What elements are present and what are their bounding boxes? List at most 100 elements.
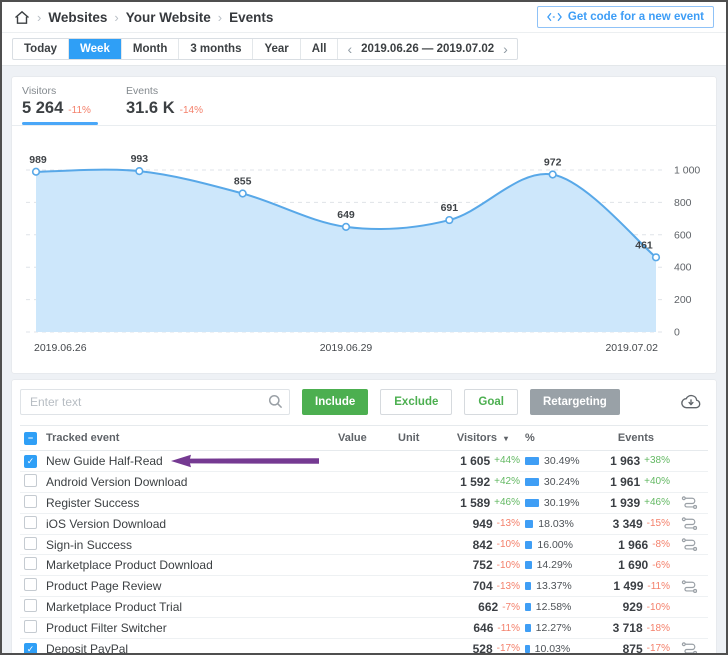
svg-text:2019.07.02: 2019.07.02: [605, 342, 658, 354]
tab-all[interactable]: All: [301, 39, 339, 59]
row-checkbox[interactable]: [24, 599, 37, 612]
svg-text:993: 993: [131, 153, 149, 165]
annotation-arrow-icon: [171, 454, 319, 468]
table-row[interactable]: Product Filter Switcher 646-11% 12.27% 3…: [20, 618, 708, 639]
events-value: 1 961: [610, 475, 640, 489]
area-chart-svg: 02004006008001 0009899938556496919724612…: [22, 132, 722, 364]
tab-3-months[interactable]: 3 months: [179, 39, 253, 59]
visitors-delta: -13%: [497, 518, 520, 529]
col-tracked-event[interactable]: Tracked event: [42, 432, 330, 444]
row-checkbox[interactable]: [24, 516, 37, 529]
table-row[interactable]: Product Page Review 704-13% 13.37% 1 499…: [20, 576, 708, 597]
flow-icon[interactable]: [681, 640, 698, 655]
table-row[interactable]: Sign-in Success 842-10% 16.00% 1 966-8%: [20, 535, 708, 556]
data-point[interactable]: [33, 168, 40, 175]
table-row[interactable]: Register Success 1 589+46% 30.19% 1 939+…: [20, 493, 708, 514]
col-unit[interactable]: Unit: [390, 432, 450, 444]
tab-year[interactable]: Year: [253, 39, 300, 59]
visitors-delta: -7%: [502, 602, 520, 613]
export-button[interactable]: [680, 394, 702, 410]
table-header: − Tracked event Value Unit Visitors▾ % E…: [20, 425, 708, 451]
retargeting-button[interactable]: Retargeting: [530, 389, 620, 415]
visitors-value: 704: [473, 579, 493, 593]
data-point[interactable]: [239, 190, 246, 197]
metric-visitors[interactable]: Visitors5 264-11%: [22, 85, 98, 125]
col-events[interactable]: Events: [610, 432, 670, 444]
events-value: 929: [623, 600, 643, 614]
percent-value: 30.19%: [544, 497, 580, 509]
row-checkbox[interactable]: [24, 557, 37, 570]
visitors-value: 646: [473, 621, 493, 635]
svg-text:1 000: 1 000: [674, 165, 700, 177]
visitors-delta: -13%: [497, 581, 520, 592]
visitors-value: 1 589: [460, 496, 490, 510]
get-code-button[interactable]: Get code for a new event: [537, 6, 714, 28]
time-range-tabs: TodayWeekMonth3 monthsYearAll ‹ 2019.06.…: [12, 38, 518, 60]
tab-month[interactable]: Month: [122, 39, 179, 59]
row-checkbox[interactable]: ✓: [24, 643, 37, 655]
breadcrumb-item[interactable]: Websites: [48, 10, 107, 25]
row-checkbox[interactable]: ✓: [24, 455, 37, 468]
table-row[interactable]: ✓ Deposit PayPal 528-17% 10.03% 875-17%: [20, 639, 708, 655]
flow-icon[interactable]: [681, 494, 698, 511]
svg-text:855: 855: [234, 175, 252, 187]
col-value[interactable]: Value: [330, 432, 390, 444]
data-point[interactable]: [136, 168, 143, 175]
data-point[interactable]: [446, 217, 453, 224]
row-checkbox[interactable]: [24, 495, 37, 508]
include-button[interactable]: Include: [302, 389, 368, 415]
visitors-value: 662: [478, 600, 498, 614]
metric-delta: -14%: [180, 105, 203, 116]
svg-text:800: 800: [674, 197, 692, 209]
select-all-checkbox[interactable]: −: [24, 432, 37, 445]
search-input[interactable]: [20, 389, 290, 415]
flow-icon[interactable]: [681, 536, 698, 553]
percent-bar: [525, 603, 531, 611]
percent-bar: [525, 561, 532, 569]
table-row[interactable]: Marketplace Product Trial 662-7% 12.58% …: [20, 597, 708, 618]
events-delta: -15%: [647, 518, 670, 529]
row-checkbox[interactable]: [24, 537, 37, 550]
date-prev-button[interactable]: ‹: [347, 42, 352, 56]
data-point[interactable]: [549, 171, 556, 178]
col-visitors[interactable]: Visitors▾: [450, 432, 520, 444]
row-checkbox[interactable]: [24, 474, 37, 487]
percent-value: 13.37%: [536, 580, 572, 592]
table-row[interactable]: iOS Version Download 949-13% 18.03% 3 34…: [20, 514, 708, 535]
row-checkbox[interactable]: [24, 620, 37, 633]
exclude-button[interactable]: Exclude: [380, 389, 452, 415]
filter-bar: Include Exclude Goal Retargeting: [20, 389, 708, 415]
tab-today[interactable]: Today: [13, 39, 69, 59]
svg-text:2019.06.26: 2019.06.26: [34, 342, 87, 354]
table-row[interactable]: Marketplace Product Download 752-10% 14.…: [20, 555, 708, 576]
percent-value: 18.03%: [538, 518, 574, 530]
table-row[interactable]: ✓ New Guide Half-Read 1 605+44% 30.49% 1…: [20, 451, 708, 472]
col-percent[interactable]: %: [520, 432, 610, 444]
row-checkbox[interactable]: [24, 578, 37, 591]
breadcrumb-item: Events: [229, 10, 273, 25]
breadcrumb-separator: ›: [114, 10, 118, 25]
icon-cell: [670, 494, 708, 511]
svg-text:200: 200: [674, 294, 692, 306]
data-point[interactable]: [343, 224, 350, 231]
events-table: − Tracked event Value Unit Visitors▾ % E…: [20, 425, 708, 655]
chart-panel: Visitors5 264-11%Events31.6 K-14% 020040…: [12, 77, 716, 373]
percent-bar: [525, 645, 530, 653]
event-name: Marketplace Product Download: [46, 558, 213, 572]
visitors-value: 528: [473, 642, 493, 655]
flow-icon[interactable]: [681, 515, 698, 532]
data-point[interactable]: [653, 254, 660, 261]
flow-icon[interactable]: [681, 578, 698, 595]
goal-button[interactable]: Goal: [464, 389, 518, 415]
date-next-button[interactable]: ›: [503, 42, 508, 56]
tab-week[interactable]: Week: [69, 39, 122, 59]
metric-events[interactable]: Events31.6 K-14%: [126, 85, 203, 125]
svg-text:400: 400: [674, 262, 692, 274]
icon-cell: [670, 640, 708, 655]
breadcrumb-item[interactable]: Your Website: [126, 10, 211, 25]
percent-value: 30.24%: [544, 476, 580, 488]
percent-bar: [525, 457, 539, 465]
event-name: Register Success: [46, 496, 139, 510]
table-row[interactable]: Android Version Download 1 592+42% 30.24…: [20, 472, 708, 493]
home-icon[interactable]: [14, 10, 30, 25]
